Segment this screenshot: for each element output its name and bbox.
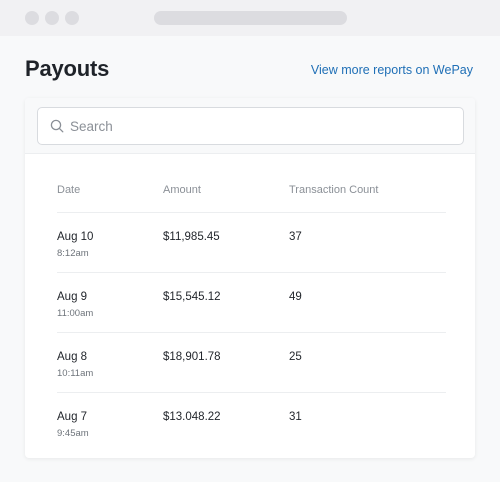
table-row[interactable]: Aug 8 10:11am $18,901.78 25 xyxy=(57,333,446,393)
table-row[interactable]: Aug 10 8:12am $11,985.45 37 xyxy=(57,213,446,273)
search-bar-area xyxy=(25,98,475,154)
table-header: Date Amount Transaction Count xyxy=(57,154,446,213)
view-reports-link[interactable]: View more reports on WePay xyxy=(311,63,473,77)
column-header-date[interactable]: Date xyxy=(57,184,80,196)
payout-amount: $18,901.78 xyxy=(163,351,221,363)
transaction-count: 37 xyxy=(289,231,302,243)
payout-time: 11:00am xyxy=(57,308,94,319)
payouts-card: Date Amount Transaction Count Aug 10 8:1… xyxy=(25,98,475,458)
page-title: Payouts xyxy=(25,56,110,81)
payout-time: 10:11am xyxy=(57,368,94,379)
payout-amount: $13.048.22 xyxy=(163,411,221,423)
window-maximize-dot[interactable] xyxy=(65,11,79,25)
payout-date: Aug 10 xyxy=(57,231,94,243)
search-input[interactable] xyxy=(70,108,455,144)
payout-date: Aug 7 xyxy=(57,411,88,423)
browser-toolbar xyxy=(0,0,500,36)
column-header-transaction-count[interactable]: Transaction Count xyxy=(289,184,378,196)
transaction-count: 31 xyxy=(289,411,302,423)
payout-time: 9:45am xyxy=(57,428,89,439)
payout-time: 8:12am xyxy=(57,248,89,259)
table-row[interactable]: Aug 7 9:45am $13.048.22 31 xyxy=(57,393,446,453)
address-bar[interactable] xyxy=(154,11,347,25)
transaction-count: 25 xyxy=(289,351,302,363)
payout-amount: $11,985.45 xyxy=(163,231,220,243)
window-minimize-dot[interactable] xyxy=(45,11,59,25)
search-box[interactable] xyxy=(37,107,464,145)
payouts-table: Date Amount Transaction Count Aug 10 8:1… xyxy=(57,154,446,453)
window-close-dot[interactable] xyxy=(25,11,39,25)
page-content: Payouts View more reports on WePay Date … xyxy=(0,36,500,482)
column-header-amount[interactable]: Amount xyxy=(163,184,201,196)
payout-date: Aug 9 xyxy=(57,291,88,303)
search-icon xyxy=(50,119,64,133)
payout-date: Aug 8 xyxy=(57,351,88,363)
payout-amount: $15,545.12 xyxy=(163,291,221,303)
table-row[interactable]: Aug 9 11:00am $15,545.12 49 xyxy=(57,273,446,333)
transaction-count: 49 xyxy=(289,291,302,303)
